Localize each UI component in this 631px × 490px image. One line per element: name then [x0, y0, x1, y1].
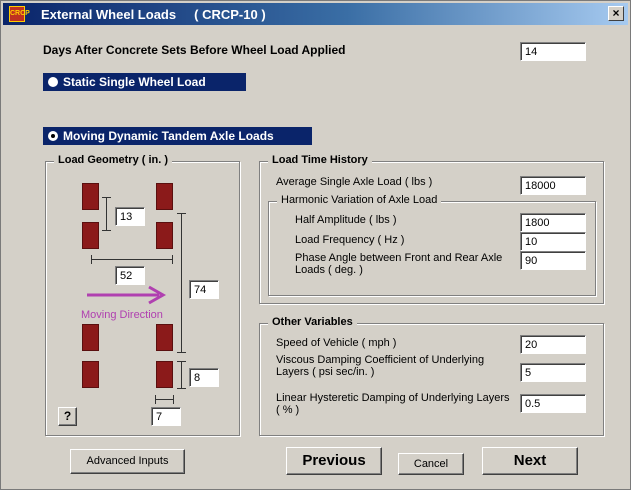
other-variables-title: Other Variables [268, 316, 357, 328]
axle-spacing-dimension-line [181, 213, 182, 353]
harmonic-variation-title: Harmonic Variation of Axle Load [277, 194, 442, 206]
axle-spacing-tick-top [177, 213, 186, 214]
wheel-front-right-inner [156, 222, 173, 249]
tire-length-tick-bottom [177, 388, 186, 389]
next-button[interactable]: Next [482, 447, 578, 475]
wheel-rear-right-inner [156, 361, 173, 388]
tire-length-dimension-line [181, 361, 182, 389]
axle-spacing-input[interactable]: 74 [189, 280, 219, 299]
axle-width-tick-left [91, 255, 92, 264]
wheel-rear-left-inner [82, 361, 99, 388]
half-amplitude-input[interactable]: 1800 [520, 213, 586, 232]
static-load-option[interactable]: Static Single Wheel Load [43, 73, 246, 91]
wheel-gap-tick-bottom [102, 230, 111, 231]
moving-load-radio[interactable] [48, 131, 58, 141]
tire-length-tick-top [177, 361, 186, 362]
wheel-gap-input[interactable]: 13 [115, 207, 145, 226]
axle-width-tick-right [172, 255, 173, 264]
load-frequency-label: Load Frequency ( Hz ) [295, 234, 405, 246]
title-bar[interactable]: CRCP External Wheel Loads ( CRCP-10 ) × [3, 3, 628, 25]
phase-angle-input[interactable]: 90 [520, 251, 586, 270]
moving-load-option[interactable]: Moving Dynamic Tandem Axle Loads [43, 127, 312, 145]
moving-load-label: Moving Dynamic Tandem Axle Loads [63, 129, 274, 143]
tire-length-input[interactable]: 8 [189, 368, 219, 387]
static-load-radio[interactable] [48, 77, 58, 87]
wheel-gap-tick-top [102, 197, 111, 198]
wheel-rear-right-outer [156, 324, 173, 351]
wheel-rear-left-outer [82, 324, 99, 351]
axle-width-input[interactable]: 52 [115, 266, 145, 285]
load-frequency-input[interactable]: 10 [520, 232, 586, 251]
static-load-label: Static Single Wheel Load [63, 75, 206, 89]
viscous-damping-label: Viscous Damping Coefficient of Underlyin… [276, 354, 485, 378]
vehicle-speed-input[interactable]: 20 [520, 335, 586, 354]
app-icon: CRCP [9, 6, 30, 22]
tire-width-input[interactable]: 7 [151, 407, 181, 426]
cancel-button[interactable]: Cancel [398, 453, 464, 475]
days-label: Days After Concrete Sets Before Wheel Lo… [43, 43, 346, 57]
axle-spacing-tick-bottom [177, 352, 186, 353]
average-axle-load-label: Average Single Axle Load ( lbs ) [276, 176, 433, 188]
axle-width-dimension-line [91, 259, 173, 260]
previous-button[interactable]: Previous [286, 447, 382, 475]
hysteretic-damping-input[interactable]: 0.5 [520, 394, 586, 413]
hysteretic-damping-label: Linear Hysteretic Damping of Underlying … [276, 392, 510, 416]
window-title: External Wheel Loads ( CRCP-10 ) [41, 7, 266, 22]
load-geometry-title: Load Geometry ( in. ) [54, 154, 173, 166]
tire-width-tick-left [155, 395, 156, 404]
moving-direction-label: Moving Direction [81, 309, 163, 321]
wheel-front-right-outer [156, 183, 173, 210]
tire-width-dimension-line [155, 399, 174, 400]
wheel-front-left-outer [82, 183, 99, 210]
tire-width-tick-right [173, 395, 174, 404]
close-button[interactable]: × [608, 6, 624, 21]
phase-angle-label: Phase Angle between Front and Rear Axle … [295, 252, 503, 276]
help-button[interactable]: ? [58, 407, 77, 426]
load-time-history-title: Load Time History [268, 154, 372, 166]
wheel-front-left-inner [82, 222, 99, 249]
external-wheel-loads-dialog: CRCP External Wheel Loads ( CRCP-10 ) × … [0, 0, 631, 490]
viscous-damping-input[interactable]: 5 [520, 363, 586, 382]
half-amplitude-label: Half Amplitude ( lbs ) [295, 214, 397, 226]
vehicle-speed-label: Speed of Vehicle ( mph ) [276, 337, 397, 349]
advanced-inputs-button[interactable]: Advanced Inputs [70, 449, 185, 474]
moving-direction-arrow-icon [87, 285, 167, 305]
average-axle-load-input[interactable]: 18000 [520, 176, 586, 195]
days-input[interactable]: 14 [520, 42, 586, 61]
wheel-gap-dimension-line [106, 197, 107, 231]
